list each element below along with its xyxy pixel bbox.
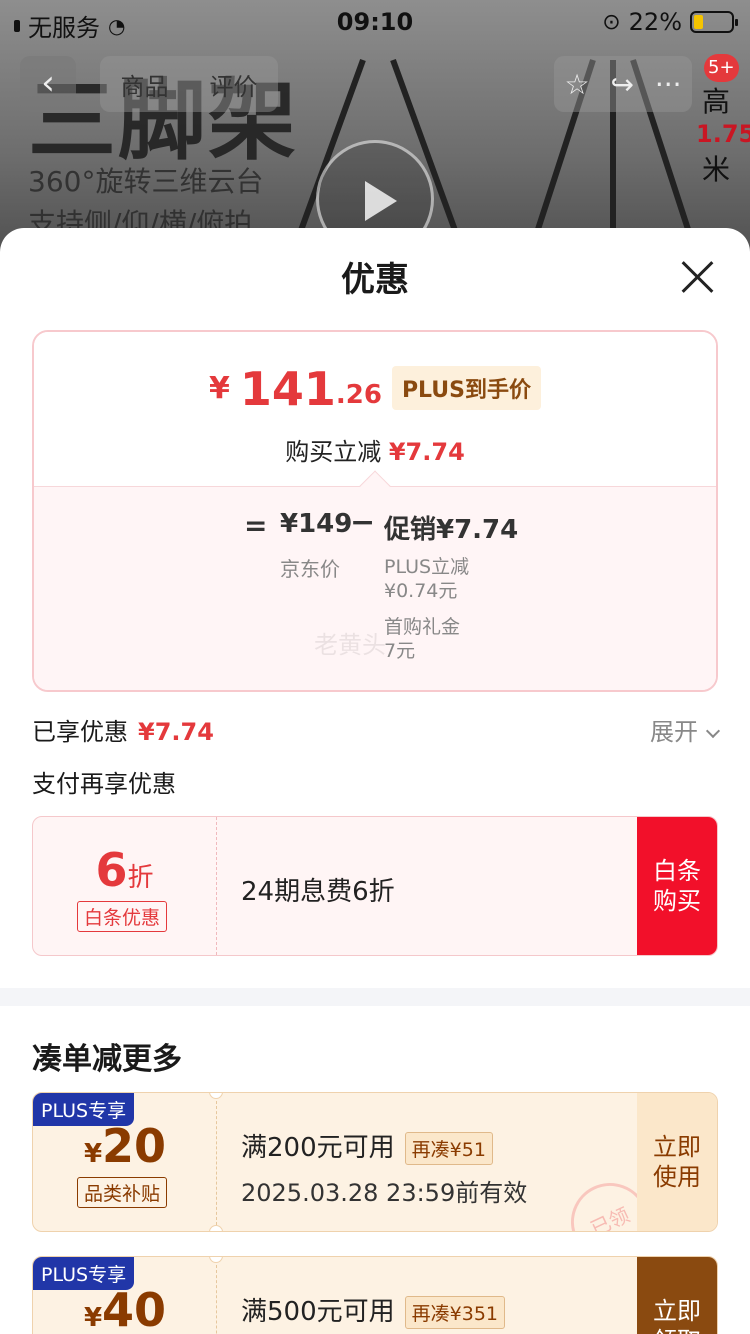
coupon-rule: 满200元可用 再凑¥51 — [241, 1127, 493, 1165]
rotation-lock-icon: ⊙ — [602, 9, 621, 35]
buy-save: 购买立减 ¥7.74 — [285, 438, 465, 466]
plus-price-tag: PLUS到手价 — [391, 366, 542, 410]
baitiao-discount: 6折 — [95, 843, 154, 897]
jd-price-label: 京东价 — [280, 557, 340, 581]
jd-price: ¥149 — [280, 509, 353, 539]
coupon-separator — [216, 1265, 217, 1334]
nav-actions: ☆ ↪ ··· — [554, 56, 692, 112]
expand-button[interactable]: 展开 — [650, 712, 721, 747]
favorite-star-icon[interactable]: ☆ — [564, 68, 589, 101]
more-icon[interactable]: ··· — [655, 68, 682, 101]
coupon-expiry: 2025.03.28 23:59前有效 — [241, 1179, 528, 1207]
coupon-notch — [209, 1225, 223, 1231]
close-icon[interactable] — [680, 260, 714, 294]
minus-sign: − — [350, 505, 376, 540]
enjoyed-discount-row: 已享优惠 ¥7.74 展开 — [32, 712, 721, 747]
sheet-title: 优惠 — [341, 260, 409, 300]
coupon-rule: 满500元可用 再凑¥351 — [241, 1291, 505, 1329]
pay-more-label: 支付再享优惠 — [32, 770, 176, 798]
coupon-amount: ¥40 — [83, 1283, 167, 1334]
status-bar: 无服务 ◔ 09:10 ⊙ 22% — [0, 0, 750, 42]
coupon-category-tag: 品类补贴 — [77, 1177, 168, 1208]
equals-sign: = — [244, 509, 268, 542]
coupon-card: PLUS专享 ¥20 品类补贴 满200元可用 再凑¥51 2025.03.28 … — [32, 1092, 718, 1232]
price-card: ¥ 141 .26 PLUS到手价 购买立减 ¥7.74 = ¥149 京东价 … — [32, 330, 718, 692]
coupon-need-more: 再凑¥351 — [404, 1296, 505, 1329]
final-price: ¥ 141 .26 PLUS到手价 — [34, 366, 716, 412]
coupon-card: PLUS专享 ¥40 满500元可用再凑¥351 立即 领取 — [32, 1256, 718, 1334]
back-button[interactable]: ‹ — [20, 56, 76, 112]
coupon-amount: ¥20 — [83, 1119, 167, 1173]
watermark: 老黄头 — [314, 631, 386, 659]
discount-sheet: 优惠 ¥ 141 .26 PLUS到手价 购买立减 ¥7.74 = ¥149 京… — [0, 228, 750, 1334]
promo-item: PLUS立减 ¥0.74元 — [384, 556, 470, 602]
promo-item: 首购礼金 7元 — [384, 616, 461, 662]
baitiao-offer-card: 6折 白条优惠 24期息费6折 白条 购买 — [32, 816, 718, 956]
coupon-separator — [216, 1101, 217, 1225]
bg-feature-line-1: 360°旋转三维云台 — [28, 165, 264, 198]
use-now-button[interactable]: 立即 使用 — [637, 1093, 717, 1231]
promo-total: 促销¥7.74 — [384, 515, 519, 545]
baitiao-desc: 24期息费6折 — [241, 877, 395, 907]
height-label: 高 1.75 米 — [696, 85, 750, 186]
coupon-need-more: 再凑¥51 — [404, 1132, 493, 1165]
battery-icon — [690, 11, 738, 33]
claim-now-button[interactable]: 立即 领取 — [637, 1257, 717, 1334]
baitiao-buy-button[interactable]: 白条 购买 — [637, 817, 717, 955]
baitiao-tag: 白条优惠 — [77, 901, 168, 932]
tab-review[interactable]: 评价 — [210, 67, 258, 102]
section-divider — [0, 988, 750, 1006]
battery-percent: 22% — [628, 8, 682, 36]
share-icon[interactable]: ↪ — [610, 68, 633, 101]
section-title: 凑单减更多 — [32, 1042, 182, 1077]
chevron-down-icon — [705, 723, 721, 739]
tab-product[interactable]: 商品 — [121, 67, 169, 102]
nav-tabs: 商品 评价 — [100, 56, 278, 112]
message-badge: 5+ — [704, 54, 739, 82]
